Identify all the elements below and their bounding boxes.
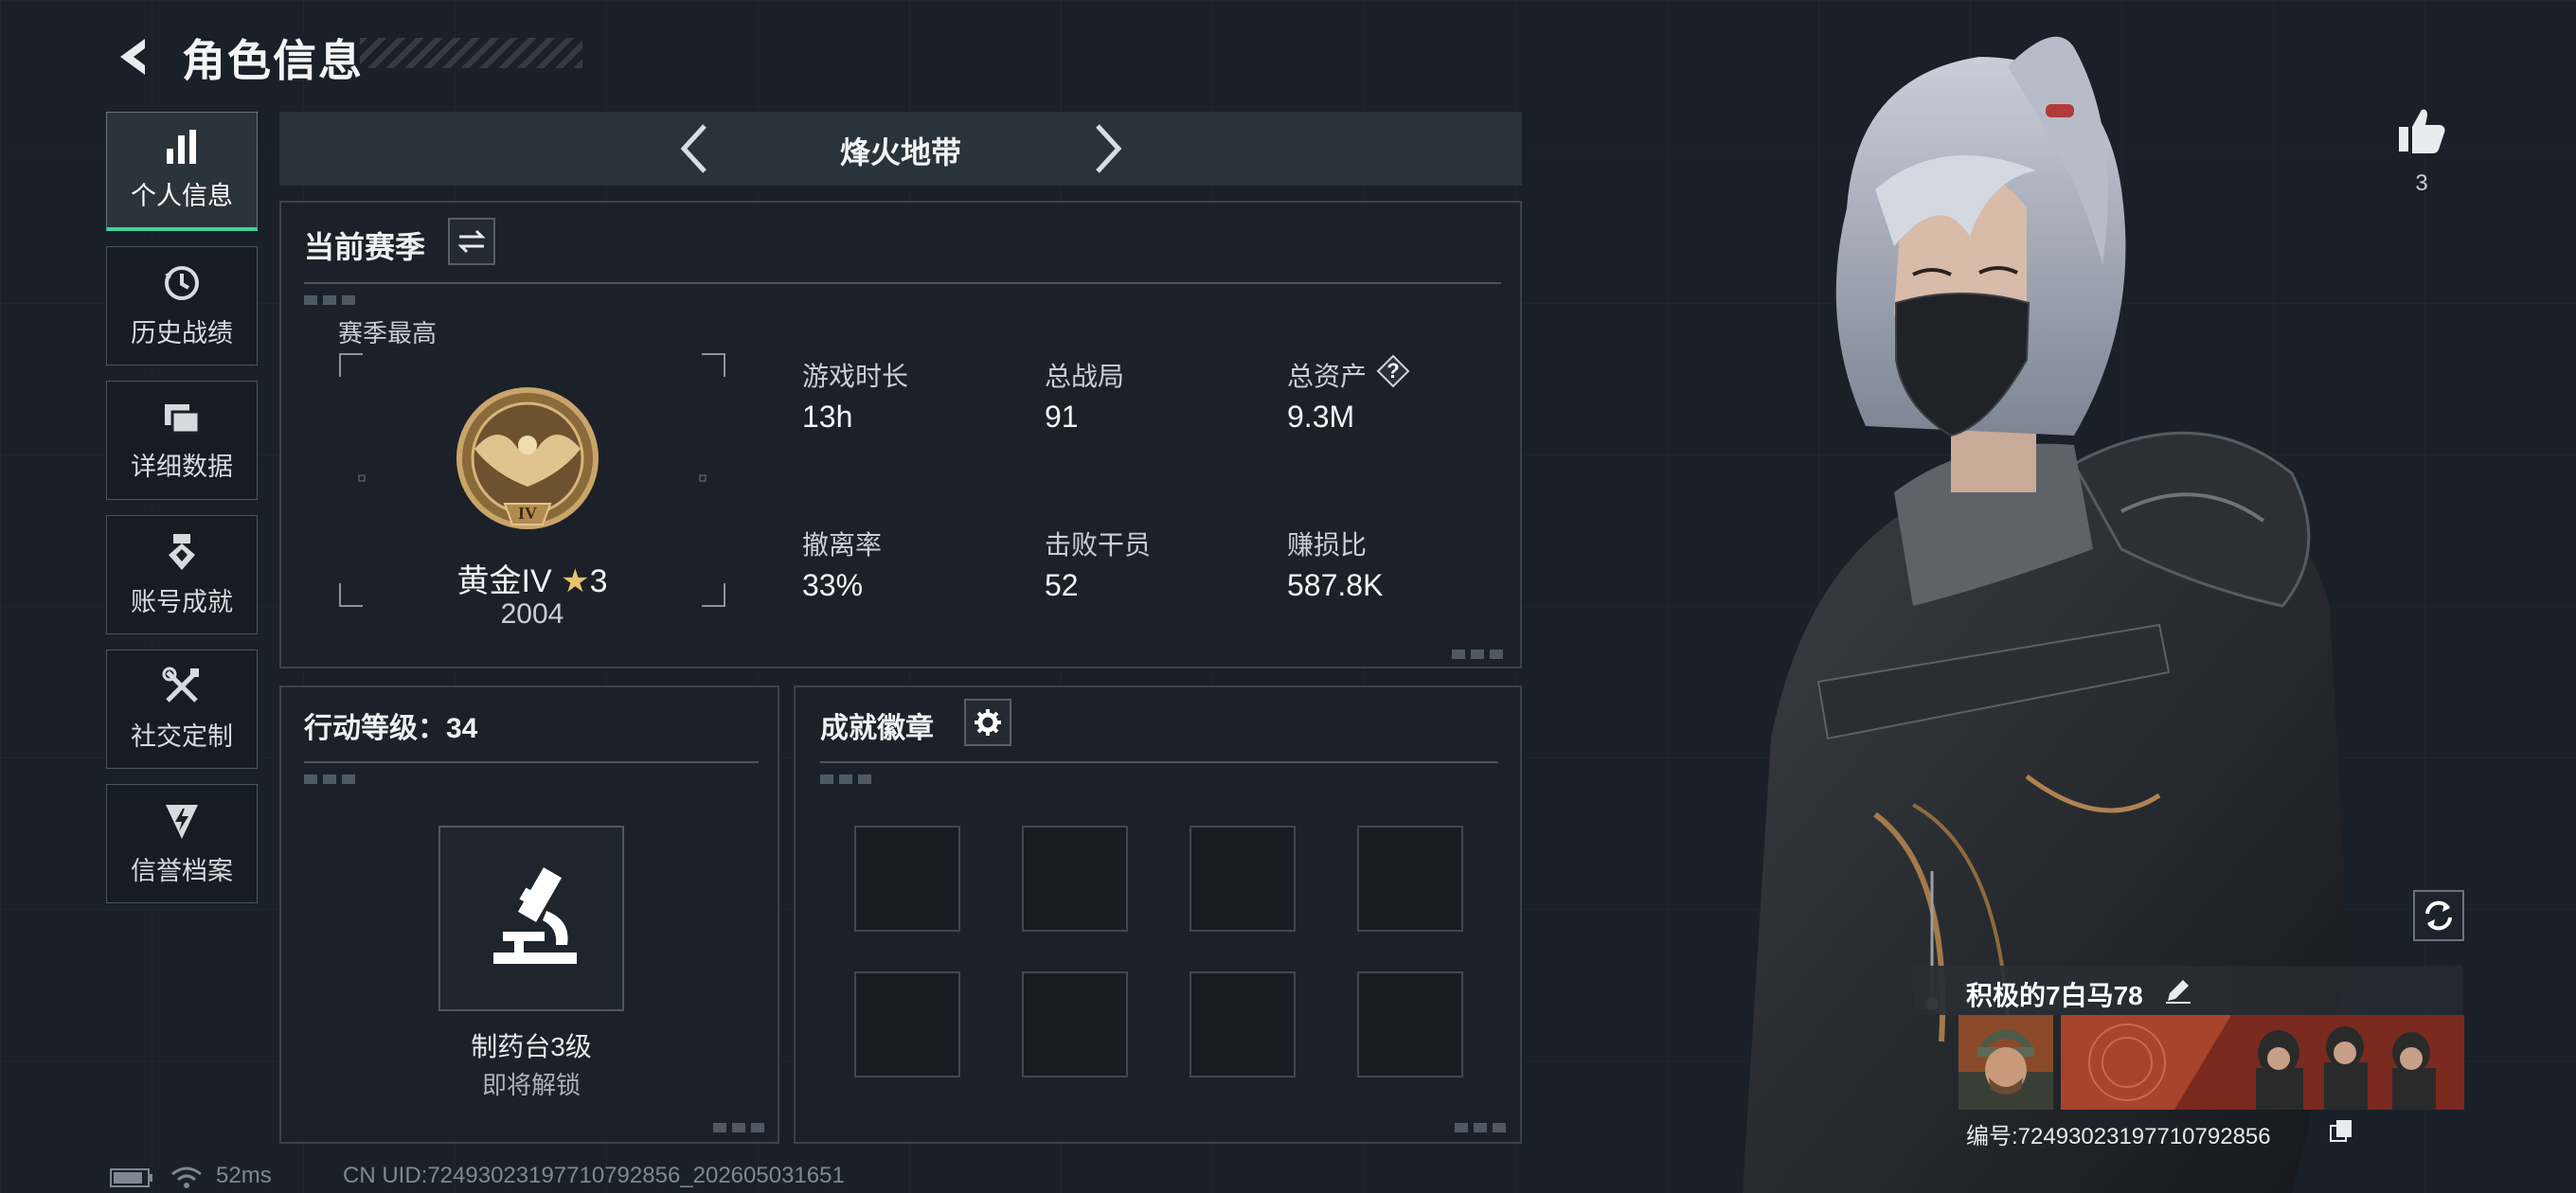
unlock-item-frame[interactable] [438, 826, 624, 1011]
stat-value-total-matches: 91 [1045, 400, 1079, 434]
mode-label: 烽火地带 [839, 135, 961, 169]
achievement-medal-icon [169, 533, 195, 570]
season-divider [304, 282, 1501, 284]
player-id: 编号:72493023197710792856 [1966, 1124, 2271, 1149]
shield-bolt-icon [166, 804, 198, 839]
badge-slot[interactable] [1190, 826, 1296, 932]
stat-value-playtime: 13h [802, 400, 853, 434]
player-card: 积极的7白马78 编号:72493023197710792856 [1913, 966, 2464, 1149]
swap-icon [457, 229, 486, 254]
title-decoration [360, 38, 582, 68]
badge-slot[interactable] [1022, 971, 1128, 1077]
sidebar-item-label: 账号成就 [131, 587, 233, 616]
stat-label-total-matches: 总战局 [1045, 362, 1125, 391]
player-banner[interactable] [2061, 1015, 2464, 1110]
gear-icon [975, 709, 1001, 736]
achievement-badges-panel: 成就徽章 [794, 686, 1522, 1144]
badge-slot[interactable] [854, 971, 960, 1077]
rank-stars: 3 [589, 563, 608, 599]
action-level-divider [304, 761, 759, 763]
sidebar-item-label: 个人信息 [131, 182, 233, 210]
season-best-label: 赛季最高 [338, 319, 438, 347]
thumbs-up-icon [2399, 109, 2445, 153]
sidebar: 个人信息 历史战绩 详细数据 账号成就 社交定制 信誉档案 [106, 112, 258, 918]
folder-icon [165, 403, 201, 434]
stat-value-profit-ratio: 587.8K [1287, 568, 1384, 602]
battery-icon [110, 1168, 152, 1187]
sidebar-item-label: 信誉档案 [131, 856, 233, 885]
divider-ticks [304, 295, 361, 305]
rank-badge-numeral: IV [517, 504, 537, 523]
rank-name: 黄金IV [456, 563, 552, 599]
sidebar-item-achievements[interactable]: 账号成就 [106, 515, 258, 634]
divider-ticks [304, 775, 361, 784]
season-panel: 当前赛季 赛季最高 IV 黄金IV ★3 2004 游戏时长 13h 总战局 9… [279, 201, 1522, 668]
stat-value-extraction-rate: 33% [802, 568, 864, 602]
sidebar-item-personal-info[interactable]: 个人信息 [106, 112, 258, 231]
like-count: 3 [2415, 170, 2428, 196]
stat-label-extraction-rate: 撤离率 [802, 530, 883, 560]
badges-settings-button[interactable] [964, 699, 1011, 746]
edit-name-button[interactable] [2161, 973, 2195, 1007]
microscope-icon [493, 867, 577, 964]
tools-icon [162, 667, 199, 703]
bar-chart-icon [167, 130, 196, 164]
panel-corner-ticks [1452, 650, 1509, 659]
page-title: 角色信息 [182, 36, 364, 85]
ping-text: 52ms [216, 1163, 272, 1188]
sidebar-item-label: 详细数据 [131, 452, 233, 481]
chevron-right-icon [1096, 124, 1122, 173]
badge-slot[interactable] [1357, 971, 1463, 1077]
edit-pencil-icon [2166, 980, 2191, 1004]
divider-ticks [820, 775, 877, 784]
season-title: 当前赛季 [304, 230, 426, 264]
player-name: 积极的7白马78 [1966, 981, 2143, 1010]
like-button[interactable]: 3 [2388, 104, 2455, 208]
stat-label-profit-ratio: 赚损比 [1287, 530, 1368, 560]
season-switch-button[interactable] [448, 218, 495, 265]
panel-corner-ticks [1455, 1123, 1512, 1132]
help-button[interactable]: ? [1376, 354, 1410, 388]
panel-corner-ticks [713, 1123, 770, 1132]
sidebar-item-label: 社交定制 [131, 721, 233, 751]
star-icon: ★ [561, 563, 590, 599]
rank-score: 2004 [500, 598, 564, 630]
back-button[interactable] [104, 28, 161, 85]
mode-next-button[interactable] [1080, 121, 1135, 176]
player-avatar[interactable] [1959, 1015, 2053, 1110]
unlock-item-status: 即将解锁 [481, 1071, 581, 1099]
refresh-button[interactable] [2413, 890, 2464, 941]
sidebar-item-social-custom[interactable]: 社交定制 [106, 650, 258, 769]
stat-label-playtime: 游戏时长 [802, 362, 909, 391]
wifi-icon [171, 1166, 202, 1188]
unlock-item-name: 制药台3级 [471, 1032, 592, 1061]
copy-icon [2330, 1120, 2352, 1142]
badge-slot[interactable] [1357, 826, 1463, 932]
history-clock-icon [165, 265, 199, 300]
stat-label-operators-defeated: 击败干员 [1045, 530, 1152, 560]
sidebar-item-credit-record[interactable]: 信誉档案 [106, 784, 258, 903]
badge-slot[interactable] [1022, 826, 1128, 932]
refresh-icon [2425, 900, 2452, 931]
sidebar-item-history[interactable]: 历史战绩 [106, 246, 258, 365]
rank-line: 黄金IV ★3 [338, 555, 726, 601]
stat-value-total-assets: 9.3M [1287, 400, 1355, 434]
stat-label-total-assets: 总资产 [1287, 362, 1368, 391]
badge-slot[interactable] [1190, 971, 1296, 1077]
badge-slot[interactable] [854, 826, 960, 932]
copy-id-button[interactable] [2326, 1115, 2356, 1146]
action-level-panel: 行动等级：34 制药台3级 即将解锁 [279, 686, 779, 1144]
sidebar-item-detailed-data[interactable]: 详细数据 [106, 381, 258, 500]
sidebar-item-label: 历史战绩 [131, 318, 233, 347]
uid-text: CN UID:72493023197710792856_202605031651 [343, 1163, 845, 1188]
help-mark: ? [1386, 359, 1400, 383]
mode-selector: 烽火地带 [279, 112, 1522, 186]
badges-title: 成就徽章 [820, 713, 934, 744]
action-level-title: 行动等级：34 [304, 713, 478, 744]
badges-divider [820, 761, 1498, 763]
stat-value-operators-defeated: 52 [1045, 568, 1079, 602]
back-arrow-icon [120, 39, 145, 75]
